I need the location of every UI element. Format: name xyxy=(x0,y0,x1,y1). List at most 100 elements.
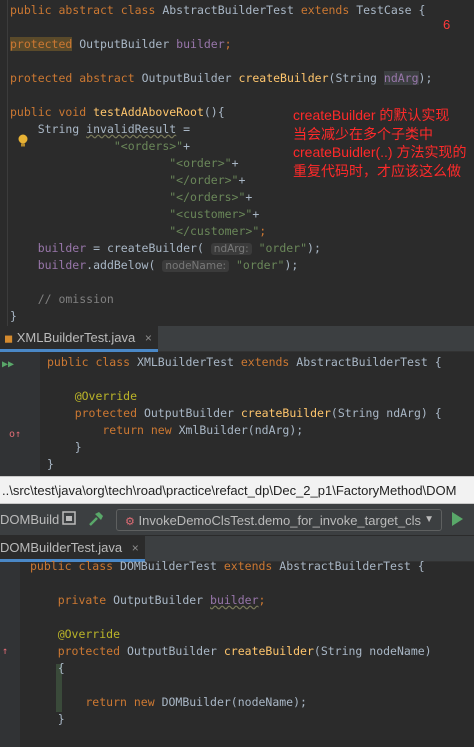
dom-builder-test-editor[interactable]: DOMBuilderTest.java × ↑ public class DOM… xyxy=(0,536,474,747)
code-token: "</orders>" xyxy=(10,190,246,204)
red-marker: 6 xyxy=(443,17,451,32)
run-button[interactable] xyxy=(452,512,463,526)
tab-xml-builder-test[interactable]: ◼ XMLBuilderTest.java × xyxy=(0,326,158,352)
code-token: nodeName: xyxy=(162,260,230,272)
code-line[interactable]: "</customer>"; xyxy=(10,223,266,240)
code-token: XmlBuilder(ndArg); xyxy=(178,423,304,437)
code-line[interactable]: // omission xyxy=(10,291,114,308)
code-line[interactable]: protected abstract OutputBuilder createB… xyxy=(10,70,432,87)
code-line[interactable]: "<customer>"+ xyxy=(10,206,259,223)
code-token: ; xyxy=(224,37,232,51)
code-line[interactable]: public class XMLBuilderTest extends Abst… xyxy=(47,354,442,371)
tab-label: DOMBuilderTest.java xyxy=(0,540,123,555)
code-token: @Override xyxy=(30,627,121,641)
code-token: ); xyxy=(307,241,321,255)
code-token: DOMBuilderTest xyxy=(120,559,224,573)
code-token: "order" xyxy=(251,241,308,255)
gutter: ▶▶ o↑ xyxy=(0,352,40,476)
code-token: OutputBuilder xyxy=(126,644,224,658)
code-token: AbstractBuilderTest { xyxy=(296,355,442,369)
code-token: } xyxy=(47,457,54,471)
code-token: extends xyxy=(223,559,280,573)
abstract-builder-test-editor[interactable]: public abstract class AbstractBuilderTes… xyxy=(0,0,474,326)
code-line[interactable]: builder.addBelow( nodeName: "order"); xyxy=(10,257,298,274)
code-token: public class xyxy=(30,559,121,573)
code-line[interactable]: "<order>"+ xyxy=(10,155,238,172)
code-token: AbstractBuilderTest { xyxy=(279,559,425,573)
code-token: ndArg xyxy=(383,71,419,85)
code-token: DOMBuilder(nodeName); xyxy=(161,695,307,709)
run-configuration-select[interactable]: ⚙ InvokeDemoClsTest.demo_for_invoke_targ… xyxy=(116,509,442,531)
hammer-icon[interactable] xyxy=(88,511,104,527)
code-token: @Override xyxy=(47,389,138,403)
code-line[interactable]: "</order>"+ xyxy=(10,172,245,189)
chevron-down-icon: ▼ xyxy=(424,514,434,525)
code-token: private xyxy=(30,593,114,607)
code-token: ndArg: xyxy=(210,243,252,255)
code-token: public abstract class xyxy=(10,3,163,17)
window-icon[interactable] xyxy=(62,511,76,525)
code-line[interactable]: } xyxy=(10,308,17,325)
override-icon[interactable]: ↑ xyxy=(2,646,8,657)
code-token: builder xyxy=(210,593,259,607)
code-token: builder xyxy=(10,241,87,255)
code-line[interactable]: @Override xyxy=(47,388,137,405)
code-line[interactable]: } xyxy=(47,456,54,473)
xml-builder-test-editor[interactable]: ◼ XMLBuilderTest.java × ▶▶ o↑ public cla… xyxy=(0,326,474,476)
code-token: return new xyxy=(47,423,179,437)
code-token: "<customer>" xyxy=(10,207,253,221)
code-line[interactable]: } xyxy=(30,711,65,728)
code-token: createBuilder xyxy=(238,71,329,85)
code-line[interactable]: return new XmlBuilder(ndArg); xyxy=(47,422,303,439)
gutter: ↑ xyxy=(0,562,20,747)
code-token: + xyxy=(245,190,253,204)
lightbulb-icon[interactable] xyxy=(17,134,29,148)
code-line[interactable]: protected OutputBuilder createBuilder(St… xyxy=(30,643,432,660)
code-token: (String nodeName) xyxy=(313,644,432,658)
code-line[interactable]: } xyxy=(47,439,82,456)
code-line[interactable]: protected OutputBuilder createBuilder(St… xyxy=(47,405,442,422)
code-token: + xyxy=(238,173,246,187)
code-token: } xyxy=(30,712,65,726)
code-line[interactable]: builder = createBuilder( ndArg: "order")… xyxy=(10,240,321,257)
code-line[interactable]: private OutputBuilder builder; xyxy=(30,592,266,609)
override-icon[interactable]: o↑ xyxy=(9,429,21,440)
close-icon[interactable]: × xyxy=(132,541,139,555)
code-token: ); xyxy=(418,71,433,85)
run-config-label: InvokeDemoClsTest.demo_for_invoke_target… xyxy=(138,513,422,528)
close-icon[interactable]: × xyxy=(145,331,152,345)
code-line[interactable]: "<orders>"+ xyxy=(10,138,190,155)
code-token: (){ xyxy=(203,105,225,119)
editor-tab-bar: ◼ XMLBuilderTest.java × xyxy=(0,326,474,352)
code-line[interactable]: "</orders>"+ xyxy=(10,189,252,206)
code-token: protected xyxy=(47,406,144,420)
code-token: OutputBuilder xyxy=(113,593,211,607)
code-token: = xyxy=(176,122,191,136)
code-line[interactable]: String invalidResult = xyxy=(10,121,190,138)
code-token: .addBelow( xyxy=(86,258,163,272)
run-class-icon[interactable]: ▶▶ xyxy=(2,359,14,370)
code-token: "<order>" xyxy=(10,156,232,170)
code-line[interactable]: public class DOMBuilderTest extends Abst… xyxy=(30,558,425,575)
code-line[interactable]: return new DOMBuilder(nodeName); xyxy=(30,694,307,711)
code-line[interactable]: { xyxy=(30,660,65,677)
code-line[interactable]: protected OutputBuilder builder; xyxy=(10,36,232,53)
code-token: return new xyxy=(30,695,162,709)
code-token: protected xyxy=(30,644,127,658)
code-token: (String xyxy=(328,71,384,85)
code-token: "</customer>" xyxy=(10,224,260,238)
code-line[interactable]: @Override xyxy=(30,626,120,643)
code-token: invalidResult xyxy=(86,122,177,136)
run-config-icon: ⚙ xyxy=(125,516,135,528)
code-token: testAddAboveRoot xyxy=(93,105,204,119)
tab-label: XMLBuilderTest.java xyxy=(16,330,136,345)
annotation-line: 重复代码时，才应该这么做 xyxy=(293,162,461,179)
code-line[interactable]: public void testAddAboveRoot(){ xyxy=(10,104,225,121)
code-line[interactable]: public abstract class AbstractBuilderTes… xyxy=(10,2,425,19)
code-token: + xyxy=(183,139,191,153)
code-token: { xyxy=(30,661,65,675)
code-token: ; xyxy=(259,224,267,238)
code-token: = createBuilder( xyxy=(86,241,211,255)
build-label[interactable]: DOMBuild xyxy=(0,512,59,527)
code-token: "</order>" xyxy=(10,173,239,187)
